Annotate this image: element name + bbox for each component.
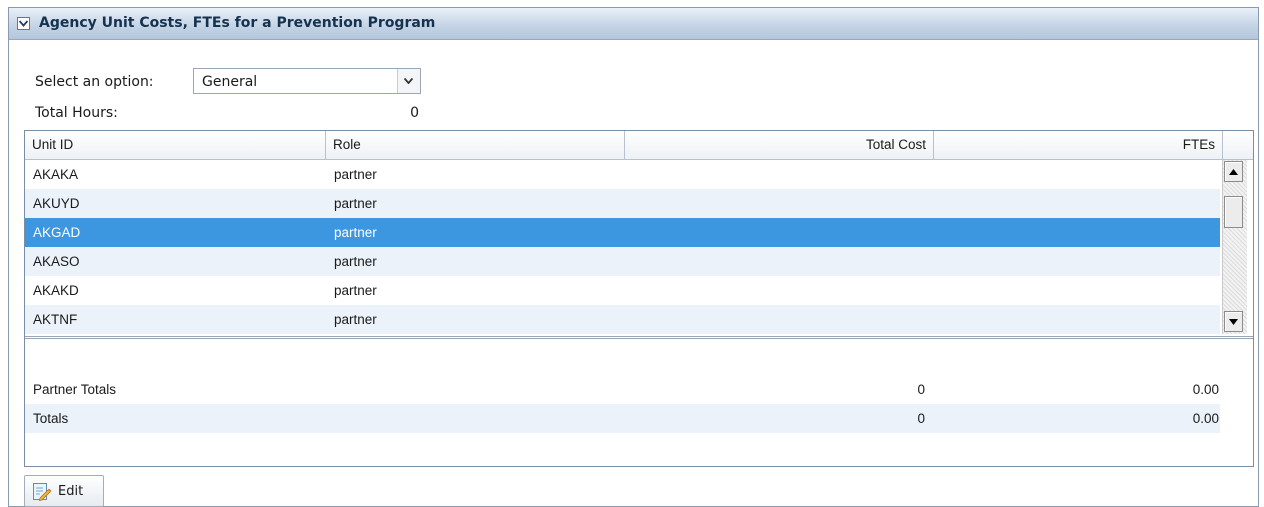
agency-unit-costs-panel: Agency Unit Costs, FTEs for a Prevention…	[8, 7, 1259, 507]
unit-id-cell: AKASO	[33, 254, 80, 269]
table-row[interactable]: AKASO partner	[25, 247, 1220, 276]
grid-header: Unit ID Role Total Cost FTEs	[25, 131, 1253, 160]
role-cell: partner	[334, 225, 377, 240]
totals-divider	[25, 336, 1253, 339]
table-row[interactable]: AKAKD partner	[25, 276, 1220, 305]
role-cell: partner	[334, 312, 377, 327]
unit-id-cell: AKAKD	[33, 283, 79, 298]
table-row[interactable]: AKTNF partner	[25, 305, 1220, 334]
scroll-up-icon[interactable]	[1224, 161, 1243, 182]
unit-id-cell: AKGAD	[33, 225, 81, 240]
scroll-thumb[interactable]	[1224, 196, 1243, 228]
role-cell: partner	[334, 196, 377, 211]
unit-id-cell: AKTNF	[33, 312, 78, 327]
grid-scrollbar[interactable]	[1222, 160, 1247, 334]
chevron-down-icon[interactable]	[397, 69, 420, 93]
partner-totals-row: Partner Totals 0 0.00	[25, 375, 1220, 404]
total-cost-value: 0	[917, 411, 925, 426]
collapse-icon[interactable]	[17, 17, 30, 30]
totals-row: Totals 0 0.00	[25, 404, 1220, 433]
column-header-unit-id[interactable]: Unit ID	[25, 131, 326, 159]
total-cost-value: 0	[917, 382, 925, 397]
option-selected-value: General	[202, 74, 258, 90]
role-cell: partner	[334, 167, 377, 182]
total-hours-label: Total Hours:	[35, 105, 118, 121]
edit-button-label: Edit	[58, 484, 84, 499]
panel-title: Agency Unit Costs, FTEs for a Prevention…	[39, 15, 436, 31]
totals-label: Totals	[33, 411, 69, 426]
unit-id-cell: AKUYD	[33, 196, 80, 211]
ftes-value: 0.00	[1192, 382, 1219, 397]
unit-costs-grid: Unit ID Role Total Cost FTEs AKAKA partn…	[24, 130, 1254, 467]
total-hours-value: 0	[410, 105, 419, 121]
option-label: Select an option:	[35, 74, 154, 90]
panel-header: Agency Unit Costs, FTEs for a Prevention…	[9, 8, 1258, 40]
role-cell: partner	[334, 283, 377, 298]
edit-icon	[32, 482, 52, 502]
column-header-ftes[interactable]: FTEs	[934, 131, 1223, 159]
scroll-down-icon[interactable]	[1224, 311, 1243, 332]
role-cell: partner	[334, 254, 377, 269]
option-select[interactable]: General	[193, 68, 421, 94]
ftes-value: 0.00	[1192, 411, 1219, 426]
table-row[interactable]: AKUYD partner	[25, 189, 1220, 218]
totals-label: Partner Totals	[33, 382, 117, 397]
column-header-role[interactable]: Role	[326, 131, 625, 159]
column-header-total-cost[interactable]: Total Cost	[625, 131, 934, 159]
unit-id-cell: AKAKA	[33, 167, 79, 182]
table-row[interactable]: AKAKA partner	[25, 160, 1220, 189]
table-row-selected[interactable]: AKGAD partner	[25, 218, 1220, 247]
edit-button[interactable]: Edit	[24, 475, 104, 507]
